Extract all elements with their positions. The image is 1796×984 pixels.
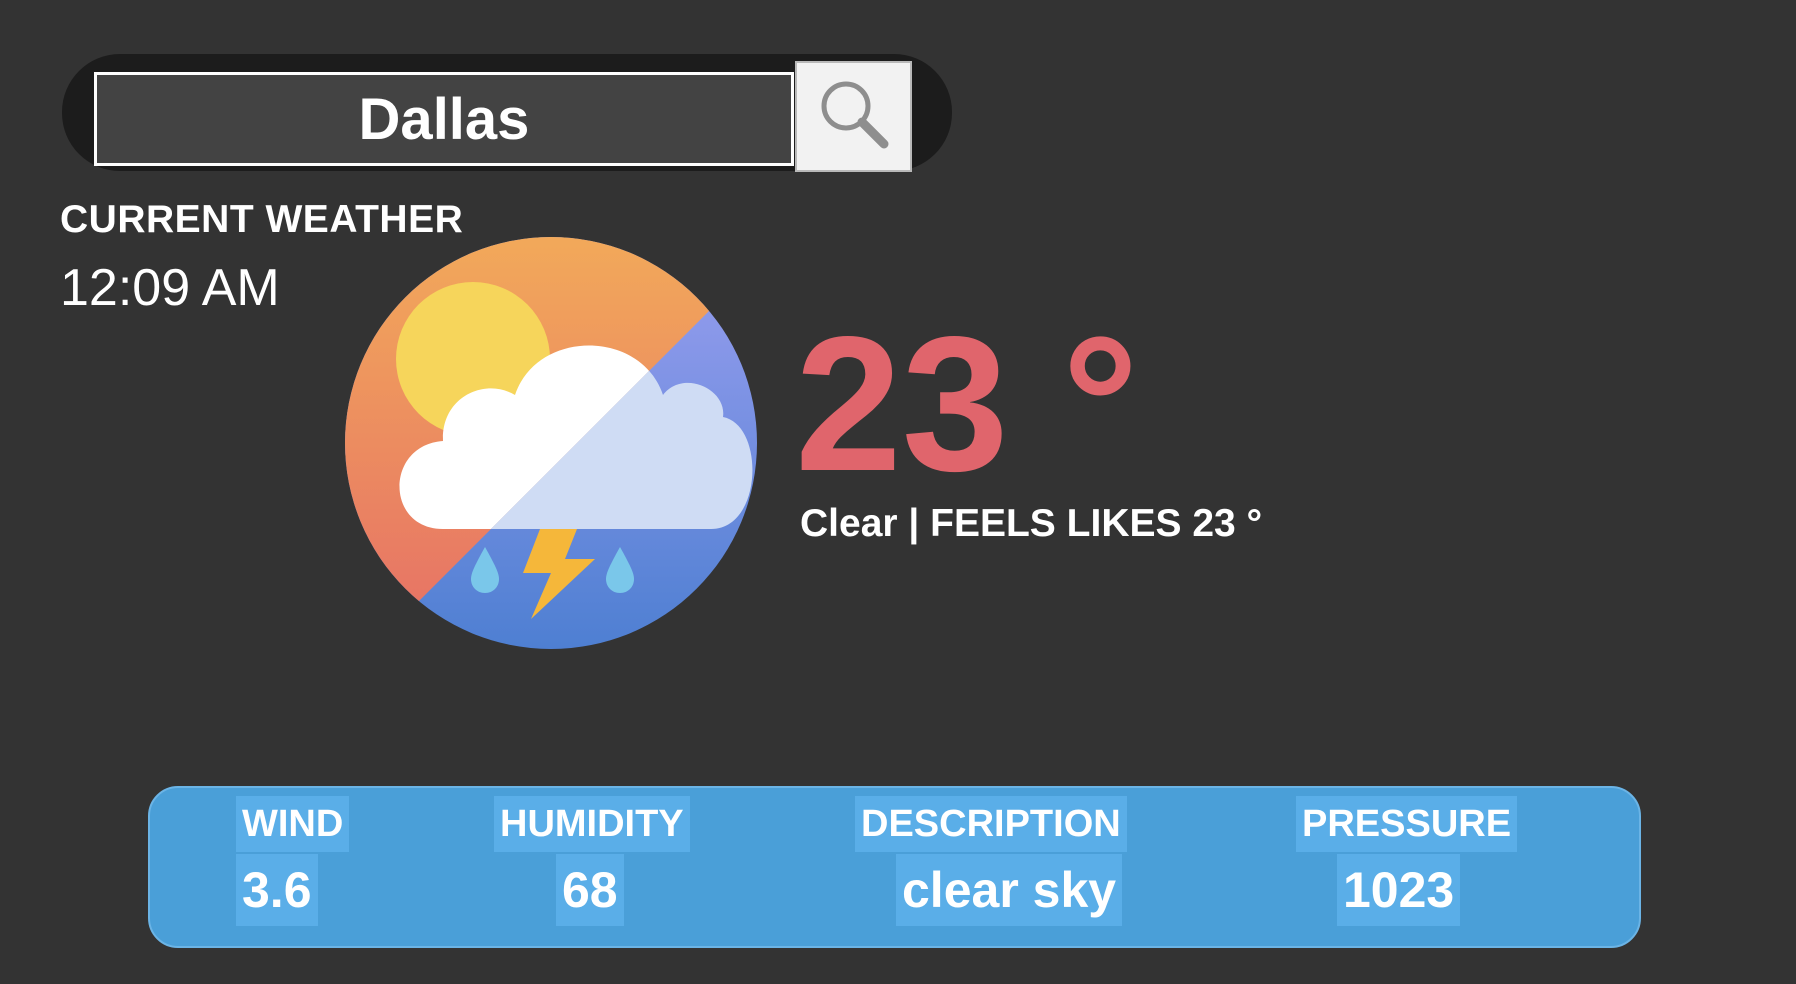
cloud-sun-thunderstorm-icon [345, 237, 757, 649]
current-weather-heading: CURRENT WEATHER [60, 198, 464, 241]
description-value: clear sky [896, 854, 1123, 926]
description-label: DESCRIPTION [855, 796, 1127, 852]
city-search-input[interactable] [94, 72, 794, 166]
wind-label: WIND [236, 796, 350, 852]
weather-stats-panel: WIND 3.6 HUMIDITY 68 DESCRIPTION clear s… [148, 786, 1641, 948]
temperature-summary: Clear | FEELS LIKES 23 ° [800, 502, 1263, 545]
search-button[interactable] [795, 61, 912, 172]
search-icon [814, 74, 894, 159]
humidity-value: 68 [556, 854, 624, 926]
pressure-value: 1023 [1337, 854, 1461, 926]
pressure-label: PRESSURE [1296, 796, 1518, 852]
current-time: 12:09 AM [60, 259, 280, 317]
temperature-value: 23 ° [795, 296, 1139, 511]
wind-value: 3.6 [236, 854, 318, 926]
humidity-label: HUMIDITY [494, 796, 690, 852]
